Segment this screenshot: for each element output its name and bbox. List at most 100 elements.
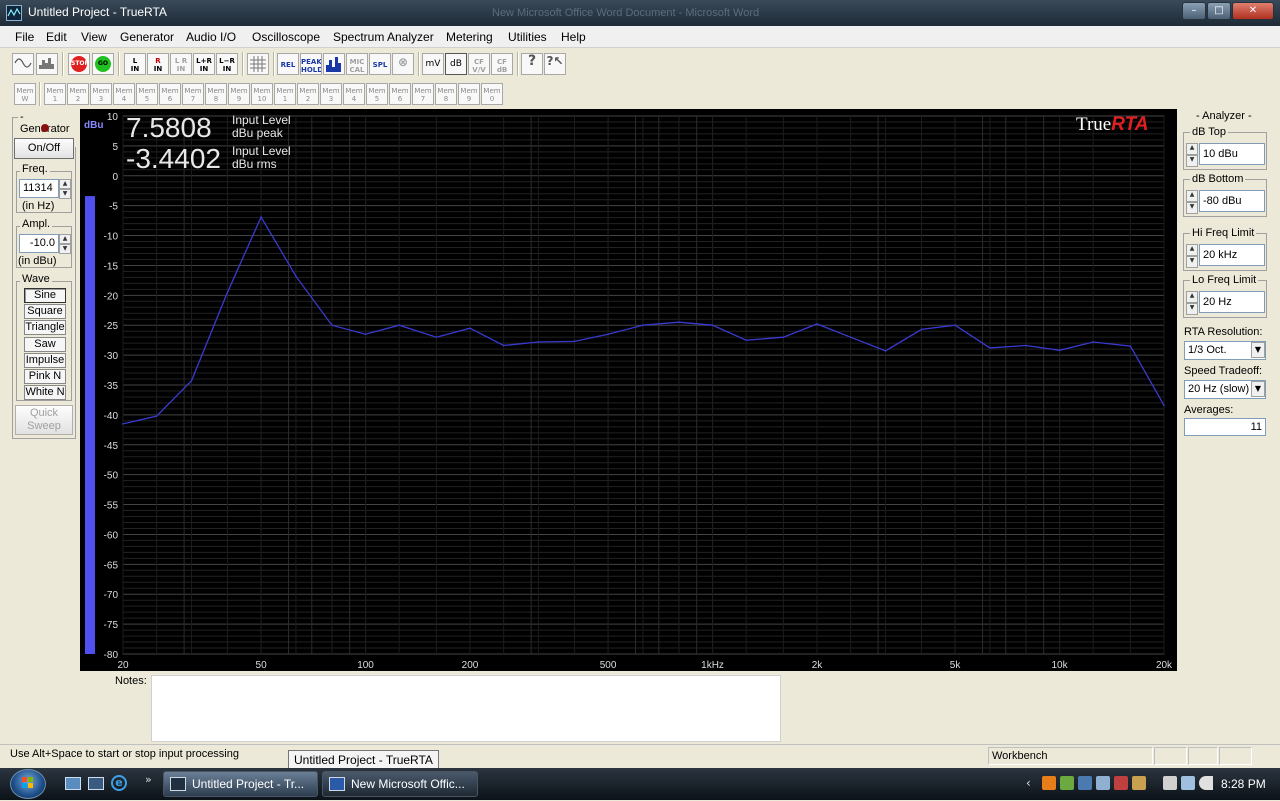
wave-white-noise-button[interactable]: White N: [24, 385, 66, 400]
mic-cal-button[interactable]: MIC CAL: [346, 53, 368, 75]
mem-3-button[interactable]: Mem 3: [90, 83, 112, 105]
mem-16-button[interactable]: Mem 6: [389, 83, 411, 105]
mem-9-button[interactable]: Mem 9: [228, 83, 250, 105]
spectrum-view-icon[interactable]: [36, 53, 58, 75]
wave-saw-button[interactable]: Saw: [24, 337, 66, 352]
generator-onoff-button[interactable]: On/Off: [14, 138, 74, 159]
spectrum-graph[interactable]: 10 5 0 -5 -10 -15 -20 -25 -30 -35 -40 -45 -50 -55 -60-…: [80, 109, 1177, 671]
menu-help[interactable]: Help: [561, 30, 586, 44]
ampl-up-arrow[interactable]: ▲: [59, 234, 71, 244]
sweep-icon[interactable]: ⊗: [392, 53, 414, 75]
notes-textarea[interactable]: [151, 675, 781, 742]
menu-audio-io[interactable]: Audio I/O: [186, 30, 236, 44]
mem-13-button[interactable]: Mem 3: [320, 83, 342, 105]
freq-up-arrow[interactable]: ▲: [59, 179, 71, 189]
tray-app-icon[interactable]: [1096, 776, 1110, 790]
switch-windows-icon[interactable]: [88, 777, 104, 790]
mem-12-button[interactable]: Mem 2: [297, 83, 319, 105]
mem-20-button[interactable]: Mem 0: [481, 83, 503, 105]
network-icon[interactable]: [1163, 776, 1177, 790]
menu-edit[interactable]: Edit: [46, 30, 67, 44]
mem-5-button[interactable]: Mem 5: [136, 83, 158, 105]
db-units-button[interactable]: dB: [445, 53, 467, 75]
menu-file[interactable]: File: [15, 30, 34, 44]
bar-graph-button[interactable]: [323, 53, 345, 75]
freq-input[interactable]: 11314: [19, 179, 59, 198]
ampl-input[interactable]: -10.0: [19, 234, 59, 253]
mem-19-button[interactable]: Mem 9: [458, 83, 480, 105]
network-status-icon[interactable]: [1181, 776, 1195, 790]
wave-square-button[interactable]: Square: [24, 304, 66, 319]
grid-toggle-button[interactable]: [247, 53, 269, 75]
menu-metering[interactable]: Metering: [446, 30, 493, 44]
wave-sine-button[interactable]: Sine: [24, 288, 66, 303]
db-top-up-arrow[interactable]: ▲: [1186, 143, 1198, 155]
db-top-down-arrow[interactable]: ▼: [1186, 155, 1198, 167]
oscilloscope-view-icon[interactable]: [12, 53, 34, 75]
wave-impulse-button[interactable]: Impulse: [24, 353, 66, 368]
averages-input[interactable]: 11: [1184, 418, 1266, 436]
hi-freq-input[interactable]: 20 kHz: [1199, 244, 1265, 266]
maximize-button[interactable]: □: [1207, 2, 1231, 20]
mem-2-button[interactable]: Mem 2: [67, 83, 89, 105]
stop-button[interactable]: STOP: [68, 53, 90, 75]
sum-in-button[interactable]: L+R IN: [193, 53, 215, 75]
lo-freq-input[interactable]: 20 Hz: [1199, 291, 1265, 313]
menu-oscilloscope[interactable]: Oscilloscope: [252, 30, 320, 44]
hi-freq-down-arrow[interactable]: ▼: [1186, 256, 1198, 268]
db-top-input[interactable]: 10 dBu: [1199, 143, 1265, 165]
quick-launch-expand-icon[interactable]: »: [145, 773, 152, 786]
cf-db-button[interactable]: CF dB: [491, 53, 513, 75]
mem-8-button[interactable]: Mem 8: [205, 83, 227, 105]
left-in-button[interactable]: L IN: [124, 53, 146, 75]
difference-in-button[interactable]: L−R IN: [216, 53, 238, 75]
hi-freq-up-arrow[interactable]: ▲: [1186, 244, 1198, 256]
rta-resolution-dropdown-arrow[interactable]: ▼: [1251, 342, 1265, 358]
db-bottom-up-arrow[interactable]: ▲: [1186, 190, 1198, 202]
context-help-icon[interactable]: ?↖: [544, 53, 566, 75]
show-desktop-icon[interactable]: [65, 777, 81, 790]
title-bar[interactable]: Untitled Project - TrueRTA New Microsoft…: [0, 0, 1280, 26]
ampl-down-arrow[interactable]: ▼: [59, 244, 71, 254]
minimize-button[interactable]: –: [1182, 2, 1206, 20]
lo-freq-down-arrow[interactable]: ▼: [1186, 303, 1198, 315]
internet-explorer-icon[interactable]: e: [111, 775, 127, 791]
mem-11-button[interactable]: Mem 1: [274, 83, 296, 105]
tray-app-icon[interactable]: [1132, 776, 1146, 790]
tray-expand-icon[interactable]: ‹: [1026, 776, 1031, 790]
speed-tradeoff-dropdown-arrow[interactable]: ▼: [1251, 381, 1265, 397]
lo-freq-up-arrow[interactable]: ▲: [1186, 291, 1198, 303]
freq-down-arrow[interactable]: ▼: [59, 189, 71, 199]
wave-triangle-button[interactable]: Triangle: [24, 320, 66, 335]
stereo-in-button[interactable]: L R IN: [170, 53, 192, 75]
menu-utilities[interactable]: Utilities: [508, 30, 547, 44]
mv-units-button[interactable]: mV: [422, 53, 444, 75]
taskbar-truerta-button[interactable]: Untitled Project - Tr...: [163, 771, 318, 797]
mem-6-button[interactable]: Mem 6: [159, 83, 181, 105]
volume-icon[interactable]: [1199, 776, 1213, 790]
go-button[interactable]: GO: [92, 53, 114, 75]
peak-hold-button[interactable]: PEAK HOLD: [300, 53, 322, 75]
tray-app-icon[interactable]: [1078, 776, 1092, 790]
mem-4-button[interactable]: Mem 4: [113, 83, 135, 105]
tray-app-icon[interactable]: [1060, 776, 1074, 790]
help-icon[interactable]: ?: [521, 53, 543, 75]
menu-spectrum-analyzer[interactable]: Spectrum Analyzer: [333, 30, 434, 44]
right-in-button[interactable]: R IN: [147, 53, 169, 75]
mem-15-button[interactable]: Mem 5: [366, 83, 388, 105]
tray-app-icon[interactable]: [1042, 776, 1056, 790]
truerta-app-icon[interactable]: [6, 5, 22, 21]
close-button[interactable]: ✕: [1232, 2, 1274, 20]
tray-app-icon[interactable]: [1114, 776, 1128, 790]
mem-10-button[interactable]: Mem 10: [251, 83, 273, 105]
db-bottom-down-arrow[interactable]: ▼: [1186, 202, 1198, 214]
menu-generator[interactable]: Generator: [120, 30, 174, 44]
wave-pink-noise-button[interactable]: Pink N: [24, 369, 66, 384]
spl-button[interactable]: SPL: [369, 53, 391, 75]
db-bottom-input[interactable]: -80 dBu: [1199, 190, 1265, 212]
cf-vv-button[interactable]: CF V/V: [468, 53, 490, 75]
taskbar-word-button[interactable]: New Microsoft Offic...: [322, 771, 478, 797]
start-button[interactable]: [10, 769, 46, 799]
mem-1-button[interactable]: Mem 1: [44, 83, 66, 105]
rel-button[interactable]: REL: [277, 53, 299, 75]
